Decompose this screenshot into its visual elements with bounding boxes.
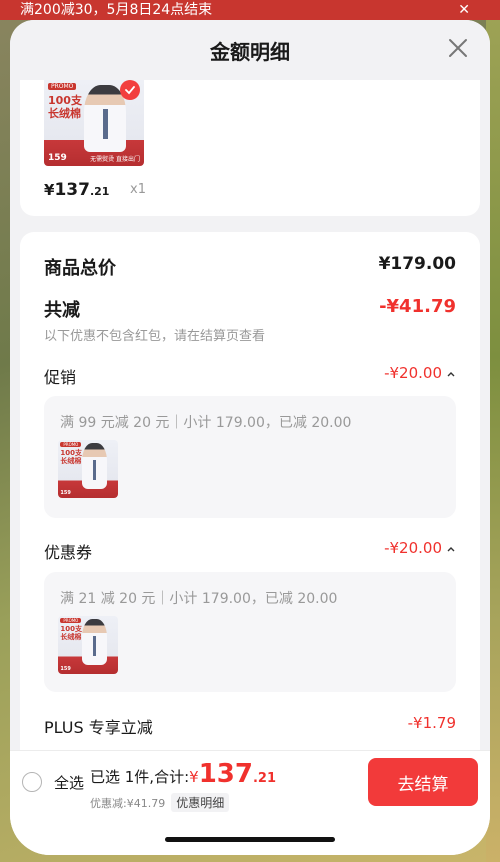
product-image-text: 100支 长绒棉 (48, 95, 82, 119)
model-tie (93, 635, 97, 657)
coupon-label: 优惠券 (44, 543, 93, 562)
total-price-label: 商品总价 (44, 258, 116, 279)
discount-summary-text: 优惠减:¥41.79 (90, 797, 166, 810)
plus-discount-row: PLUS 专享立减 -¥1.79 (44, 714, 456, 737)
discount-summary: 优惠减:¥41.79 优惠明细 (90, 793, 230, 812)
promotion-value-text: -¥20.00 (384, 364, 442, 382)
coupon-image-price: 159 (60, 666, 71, 673)
total-amount-dec: .21 (252, 771, 276, 786)
product-image-text-line2: 长绒棉 (48, 106, 81, 120)
promotion-image-text: 100支 长绒棉 (60, 450, 82, 465)
checkout-bar: 全选 已选 1件,合计:¥137.21 优惠减:¥41.79 优惠明细 去结算 (10, 750, 490, 855)
sheet-title: 金额明细 (210, 40, 290, 64)
product-price-dec: .21 (89, 185, 110, 198)
total-symbol: ¥ (189, 768, 199, 786)
coupon-value: -¥20.00 (384, 539, 456, 557)
product-image-price: 159 (48, 153, 67, 164)
promotion-image-text-line2: 长绒棉 (60, 457, 82, 466)
select-all-label[interactable]: 全选 (54, 772, 84, 793)
product-price: ¥137.21 (44, 180, 109, 200)
selected-count-text: 已选 1件,合计: (90, 768, 190, 786)
coupon-value-text: -¥20.00 (384, 539, 442, 557)
background-banner-text: 满200减30，5月8日24点结束 (20, 2, 213, 18)
promotion-row[interactable]: 促销 -¥20.00 (44, 364, 456, 387)
select-all-radio[interactable] (22, 772, 42, 792)
promotion-detail-box: 满 99 元减 20 元｜小计 179.00，已减 20.00 PROMO 10… (44, 396, 456, 518)
total-price-row: 商品总价 ¥179.00 (44, 254, 456, 279)
promotion-product-image[interactable]: PROMO 100支 长绒棉 159 (58, 440, 118, 498)
background-close-icon: ✕ (458, 2, 470, 18)
amount-detail-sheet: 金额明细 PROMO 100支 长绒棉 159 无需熨烫 直接出门 ¥137.2… (10, 20, 490, 855)
coupon-image-text: 100支 长绒棉 (60, 626, 82, 641)
model-tie (103, 109, 108, 140)
checked-icon[interactable] (120, 80, 140, 100)
chevron-up-icon[interactable] (446, 544, 456, 554)
product-price-symbol: ¥ (44, 181, 55, 199)
coupon-product-image[interactable]: PROMO 100支 长绒棉 159 (58, 616, 118, 674)
product-image-slogan: 无需熨烫 直接出门 (90, 156, 140, 164)
coupon-image-badge: PROMO (60, 617, 82, 623)
product-quantity: x1 (130, 182, 146, 197)
promotion-label: 促销 (44, 368, 77, 387)
total-price-value: ¥179.00 (378, 254, 456, 274)
chevron-up-icon[interactable] (446, 369, 456, 379)
checkout-button[interactable]: 去结算 (368, 758, 478, 806)
price-detail-card: 商品总价 ¥179.00 共减 -¥41.79 以下优惠不包含红包，请在结算页查… (20, 232, 480, 772)
discount-note-row: 以下优惠不包含红包，请在结算页查看 (44, 325, 456, 344)
total-amount-int: 137 (198, 759, 253, 789)
product-card: PROMO 100支 长绒棉 159 无需熨烫 直接出门 ¥137.21 x1 (20, 80, 480, 216)
total-discount-value: -¥41.79 (379, 296, 456, 317)
background-banner: 满200减30，5月8日24点结束 ✕ (0, 0, 500, 20)
product-image-text-line1: 100支 (48, 94, 82, 108)
promotion-rule: 满 99 元减 20 元｜小计 179.00，已减 20.00 (60, 415, 352, 431)
sheet-header: 金额明细 (10, 20, 490, 80)
promotion-image-price: 159 (60, 490, 71, 497)
selection-summary: 已选 1件,合计:¥137.21 (90, 759, 276, 789)
promotion-image-badge: PROMO (60, 441, 82, 447)
coupon-detail-box: 满 21 减 20 元｜小计 179.00，已减 20.00 PROMO 100… (44, 572, 456, 692)
coupon-row[interactable]: 优惠券 -¥20.00 (44, 539, 456, 562)
plus-discount-value: -¥1.79 (407, 714, 456, 732)
close-icon-glyph (449, 39, 467, 57)
discount-detail-button[interactable]: 优惠明细 (171, 793, 230, 812)
product-image-badge: PROMO (48, 82, 77, 90)
model-tie (93, 459, 97, 481)
promotion-value: -¥20.00 (384, 364, 456, 382)
coupon-rule: 满 21 减 20 元｜小计 179.00，已减 20.00 (60, 591, 338, 607)
plus-discount-label: PLUS 专享立减 (44, 718, 153, 737)
product-price-int: 137 (54, 180, 90, 200)
home-indicator (165, 837, 335, 842)
coupon-image-text-line2: 长绒棉 (60, 633, 82, 642)
check-icon (125, 86, 135, 95)
close-icon[interactable] (446, 36, 470, 60)
total-discount-row: 共减 -¥41.79 (44, 296, 456, 321)
discount-note: 以下优惠不包含红包，请在结算页查看 (44, 329, 266, 344)
total-discount-label: 共减 (44, 300, 80, 321)
